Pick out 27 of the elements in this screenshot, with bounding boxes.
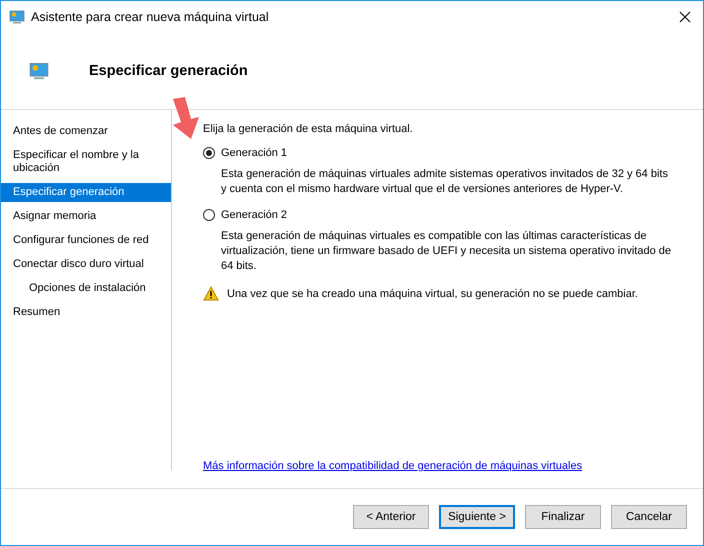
radio-label[interactable]: Generación 2 bbox=[221, 209, 288, 221]
radio-button[interactable] bbox=[203, 209, 215, 221]
wizard-step[interactable]: Opciones de instalación bbox=[1, 279, 171, 298]
wizard-button[interactable]: Cancelar bbox=[611, 505, 687, 529]
monitor-icon bbox=[29, 61, 49, 81]
option-description: Esta generación de máquinas virtuales es compatible con las últimas características de virtualización, tiene un firmware basado de UEFI y necesita un sistema operativo invitado de 64 bits. bbox=[221, 229, 672, 274]
close-icon[interactable] bbox=[679, 11, 691, 23]
wizard-step[interactable]: Configurar funciones de red bbox=[1, 231, 171, 250]
wizard-step[interactable]: Especificar el nombre y la ubicación bbox=[1, 146, 171, 178]
app-icon bbox=[9, 9, 25, 25]
prompt-text: Elija la generación de esta máquina virtual. bbox=[203, 123, 414, 135]
window-title: Asistente para crear nueva máquina virtual bbox=[31, 10, 270, 24]
wizard-step[interactable]: Antes de comenzar bbox=[1, 122, 171, 141]
wizard-button[interactable]: Finalizar bbox=[525, 505, 601, 529]
wizard-step[interactable]: Especificar generación bbox=[1, 183, 171, 202]
info-link[interactable]: Más información sobre la compatibilidad de generación de máquinas virtuales bbox=[203, 460, 673, 472]
page-heading: Especificar generación bbox=[89, 63, 248, 79]
wizard-button[interactable]: < Anterior bbox=[353, 505, 429, 529]
option-description: Esta generación de máquinas virtuales admite sistemas operativos invitados de 32 y 64 bits y cuenta con el mismo hardware virtual que el de versiones anteriores de Hyper-V. bbox=[221, 167, 669, 197]
wizard-step[interactable]: Asignar memoria bbox=[1, 207, 171, 226]
wizard-button[interactable]: Siguiente > bbox=[439, 505, 515, 529]
wizard-step[interactable]: Conectar disco duro virtual bbox=[1, 255, 171, 274]
warning-text: Una vez que se ha creado una máquina virtual, su generación no se puede cambiar. bbox=[227, 288, 638, 300]
radio-button[interactable] bbox=[203, 147, 215, 159]
radio-label[interactable]: Generación 1 bbox=[221, 147, 288, 159]
warning-icon bbox=[203, 286, 219, 301]
wizard-step[interactable]: Resumen bbox=[1, 303, 171, 322]
